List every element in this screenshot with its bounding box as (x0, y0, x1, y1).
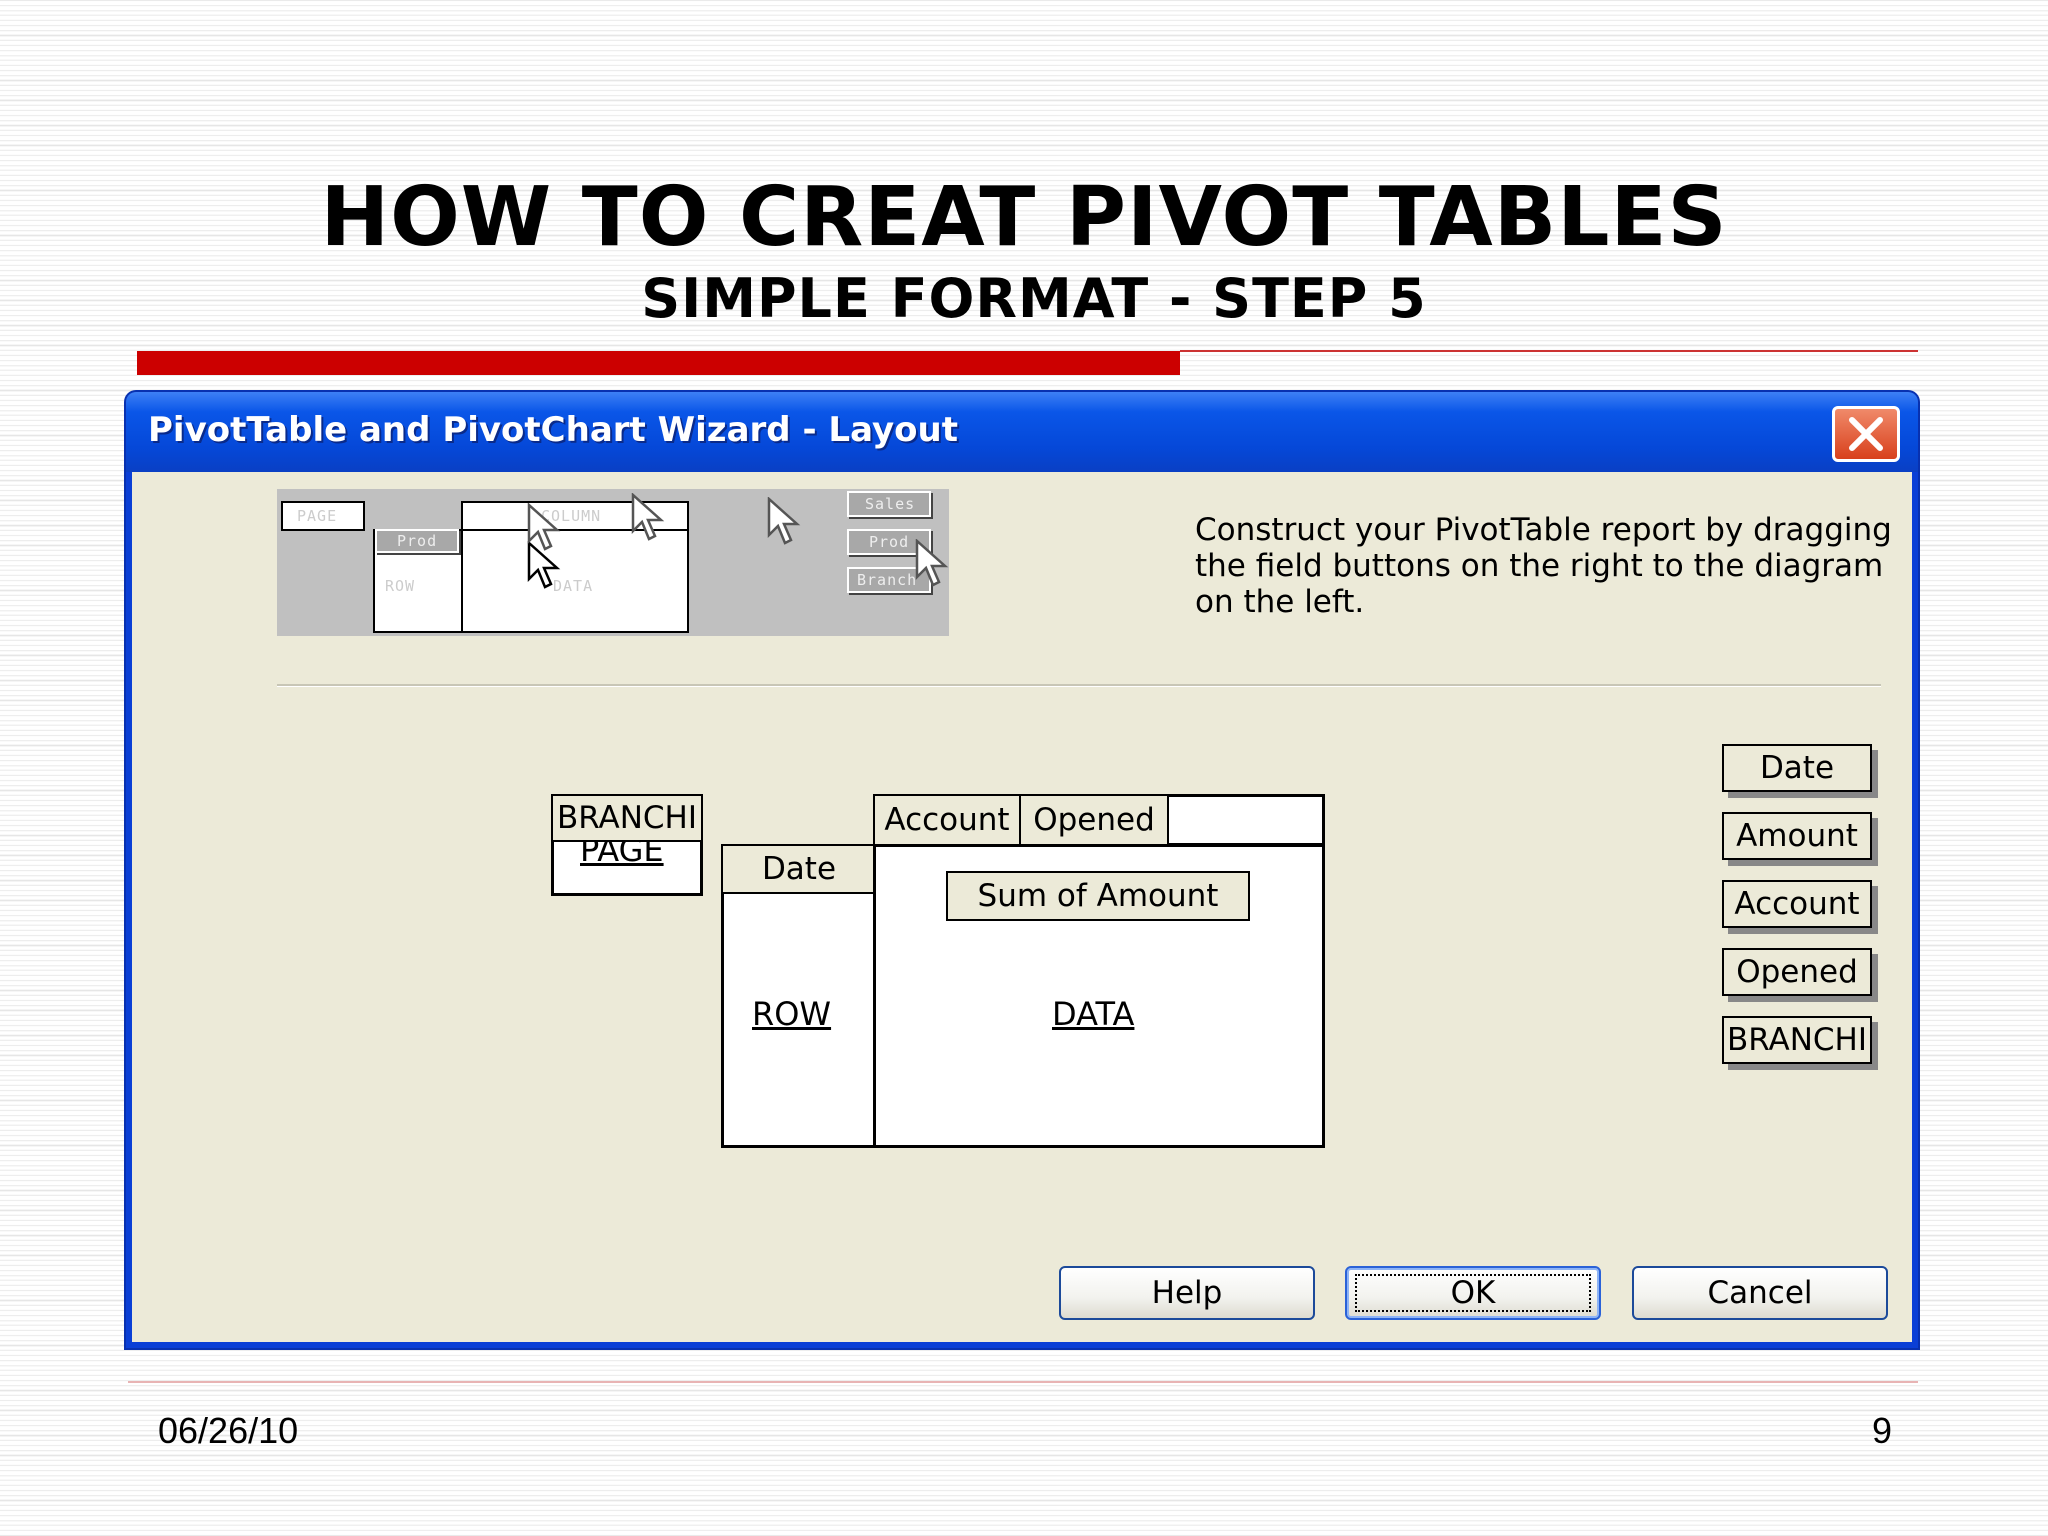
field-list-item[interactable]: BRANCHI (1722, 1016, 1872, 1064)
help-button-label: Help (1151, 1275, 1223, 1311)
accent-line (1180, 350, 1918, 352)
separator-line (277, 684, 1881, 687)
preview-field-chip: Sales (847, 491, 931, 517)
pivot-wizard-dialog: PivotTable and PivotChart Wizard - Layou… (126, 392, 1918, 1348)
footer-divider (128, 1381, 1918, 1383)
cursor-icon (631, 493, 665, 541)
layout-preview-image: PAGE COLUMN DATA ROW Prod Sales Prod Bra… (277, 489, 949, 636)
row-field-button[interactable]: Date (721, 844, 877, 894)
slide-title: HOW TO CREAT PIVOT TABLES (320, 170, 1728, 265)
page-field-button[interactable]: BRANCHI (551, 794, 703, 842)
row-area-label: ROW (752, 995, 832, 1033)
close-icon (1849, 417, 1883, 451)
preview-page-label: PAGE (297, 507, 338, 525)
field-list-item[interactable]: Account (1722, 880, 1872, 928)
data-area-label: DATA (1052, 995, 1135, 1033)
footer-date: 06/26/10 (158, 1410, 299, 1451)
cursor-icon (527, 503, 561, 551)
dialog-title: PivotTable and PivotChart Wizard - Layou… (148, 410, 958, 450)
slide-subtitle: SIMPLE FORMAT - STEP 5 (641, 267, 1427, 330)
data-field-button[interactable]: Sum of Amount (946, 871, 1250, 921)
help-button[interactable]: Help (1059, 1266, 1315, 1320)
preview-prod-chip: Prod (375, 529, 459, 553)
column-field-button[interactable]: Account (873, 794, 1021, 846)
ok-button[interactable]: OK (1345, 1266, 1601, 1320)
field-list-item[interactable]: Date (1722, 744, 1872, 792)
page-number: 9 (1871, 1410, 1892, 1451)
close-button[interactable] (1832, 406, 1900, 462)
cursor-icon (767, 497, 801, 545)
cancel-button[interactable]: Cancel (1632, 1266, 1888, 1320)
cursor-icon (915, 539, 949, 587)
ok-button-label: OK (1355, 1274, 1591, 1312)
preview-page-box: PAGE (281, 501, 365, 531)
dialog-titlebar[interactable]: PivotTable and PivotChart Wizard - Layou… (126, 392, 1918, 472)
cancel-button-label: Cancel (1707, 1275, 1813, 1311)
instructions-text: Construct your PivotTable report by drag… (1195, 512, 1892, 620)
preview-row-label: ROW (385, 577, 416, 595)
column-field-button[interactable]: Opened (1019, 794, 1169, 846)
field-list-item[interactable]: Amount (1722, 812, 1872, 860)
field-list-item[interactable]: Opened (1722, 948, 1872, 996)
accent-bar (137, 351, 1180, 375)
